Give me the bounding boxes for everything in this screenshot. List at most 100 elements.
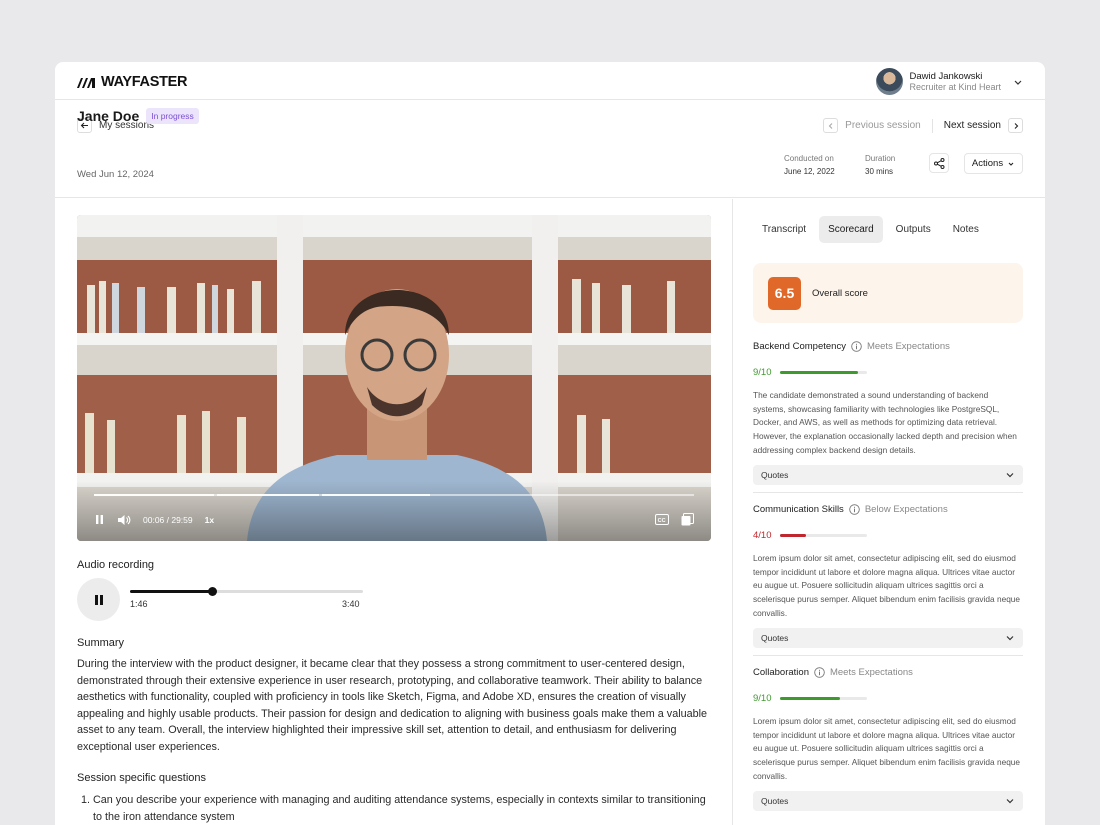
competency-score: 4/10 xyxy=(753,530,772,541)
competency-header: Collaboration Meets Expectations xyxy=(753,667,1023,678)
competency-score-bar xyxy=(779,697,867,700)
duration-value: 30 mins xyxy=(865,167,894,176)
playback-speed[interactable]: 1x xyxy=(205,515,214,525)
logo[interactable]: WAYFASTER xyxy=(77,74,188,90)
video-controls-row: 00:06 / 29:59 1x CC xyxy=(94,513,694,526)
chevron-left-icon[interactable] xyxy=(823,118,839,133)
conducted-label: Conducted on xyxy=(784,154,834,163)
video-player[interactable]: 00:06 / 29:59 1x CC xyxy=(77,215,711,541)
scrub-segment xyxy=(322,494,430,496)
video-scrubber[interactable] xyxy=(94,494,694,496)
next-session-button[interactable]: Next session xyxy=(944,120,1001,131)
info-icon[interactable] xyxy=(814,667,825,678)
competency-score-bar-fill xyxy=(779,697,841,700)
chevron-down-icon xyxy=(1008,162,1014,166)
competency-status: Meets Expectations xyxy=(866,341,950,352)
competency-feedback: Lorem ipsum dolor sit amet, consectetur … xyxy=(753,553,1021,618)
chevron-right-icon[interactable] xyxy=(1008,118,1023,133)
top-bar: WAYFASTER Dawid Jankowski Recruiter at K… xyxy=(55,62,1045,100)
duration: Duration 30 mins xyxy=(865,152,895,178)
candidate-name: Jane Doe xyxy=(77,108,140,124)
tab-outputs[interactable]: Outputs xyxy=(887,216,940,243)
competency-score-bar-fill xyxy=(779,371,858,374)
captions-icon[interactable]: CC xyxy=(655,514,669,525)
app-window: WAYFASTER Dawid Jankowski Recruiter at K… xyxy=(55,62,1045,825)
session-header: My sessions Previous session Next sessio… xyxy=(55,100,1045,198)
chevron-down-icon xyxy=(1006,798,1014,803)
competency-communication: Communication Skills Below Expectations … xyxy=(753,504,1023,656)
summary-heading: Summary xyxy=(77,637,125,649)
divider xyxy=(753,491,1023,493)
overall-score-value: 6.5 xyxy=(768,276,801,310)
overall-score-card: 6.5 Overall score xyxy=(753,263,1023,323)
audio-current-time: 1:46 xyxy=(130,599,148,609)
info-icon[interactable] xyxy=(851,341,862,352)
competency-status: Meets Expectations xyxy=(829,667,913,678)
competency-name: Collaboration xyxy=(753,667,809,678)
questions-heading: Session specific questions xyxy=(77,772,207,784)
audio-progress-bar[interactable] xyxy=(130,587,363,596)
share-button[interactable] xyxy=(929,153,949,173)
competency-score: 9/10 xyxy=(753,367,772,378)
brand-name: WAYFASTER xyxy=(101,74,188,90)
info-icon[interactable] xyxy=(849,504,860,515)
competency-name: Backend Competency xyxy=(753,341,846,352)
chevron-down-icon xyxy=(1006,472,1014,477)
avatar xyxy=(876,68,904,95)
panel-tabs: Transcript Scorecard Outputs Notes xyxy=(753,216,988,243)
chevron-down-icon xyxy=(1006,635,1014,640)
tab-notes[interactable]: Notes xyxy=(944,216,988,243)
user-name: Dawid Jankowski xyxy=(909,70,983,82)
question-item: Can you describe your experience with ma… xyxy=(93,792,717,825)
session-navigation: Previous session Next session xyxy=(823,118,1023,133)
quotes-label: Quotes xyxy=(761,795,789,806)
picture-in-picture-icon[interactable] xyxy=(681,513,694,526)
quotes-label: Quotes xyxy=(761,632,789,643)
competency-score-bar xyxy=(779,371,867,374)
wayfaster-logo-icon xyxy=(77,78,95,88)
competency-header: Communication Skills Below Expectations xyxy=(753,504,1023,515)
title-row: Jane Doe In progress xyxy=(77,108,199,124)
audio-total-time: 3:40 xyxy=(342,599,360,609)
video-time: 00:06 / 29:59 xyxy=(143,514,193,525)
competency-name: Communication Skills xyxy=(753,504,844,515)
user-role: Recruiter at Kind Heart xyxy=(909,81,1001,92)
competency-score-bar xyxy=(779,534,867,537)
summary-text: During the interview with the product de… xyxy=(77,658,708,753)
chevron-down-icon xyxy=(1014,80,1022,85)
audio-pause-button[interactable] xyxy=(77,578,120,621)
competency-score: 9/10 xyxy=(753,693,772,704)
quotes-label: Quotes xyxy=(761,469,789,480)
competency-feedback: The candidate demonstrated a sound under… xyxy=(753,390,1017,455)
previous-session-button[interactable]: Previous session xyxy=(845,120,921,131)
divider xyxy=(931,118,933,133)
competency-collaboration: Collaboration Meets Expectations 9/10 Lo… xyxy=(753,667,1023,811)
conducted-value: June 12, 2022 xyxy=(784,167,835,176)
session-date: Wed Jun 12, 2024 xyxy=(77,169,154,180)
quotes-dropdown[interactable]: Quotes xyxy=(753,790,1023,811)
quotes-dropdown[interactable]: Quotes xyxy=(753,464,1023,485)
audio-progress-fill xyxy=(130,590,213,593)
questions-list: Can you describe your experience with ma… xyxy=(77,792,717,825)
audio-progress-handle[interactable] xyxy=(207,587,217,596)
actions-button[interactable]: Actions xyxy=(964,153,1023,174)
competency-feedback: Lorem ipsum dolor sit amet, consectetur … xyxy=(753,716,1021,781)
user-menu[interactable]: Dawid Jankowski Recruiter at Kind Heart xyxy=(876,68,1023,95)
competency-score-bar-fill xyxy=(779,534,806,537)
svg-text:CC: CC xyxy=(658,518,666,524)
scrub-segment xyxy=(94,494,214,496)
actions-label: Actions xyxy=(971,158,1004,169)
pause-icon xyxy=(94,594,103,605)
share-icon xyxy=(933,157,944,169)
quotes-dropdown[interactable]: Quotes xyxy=(753,627,1023,648)
tab-scorecard[interactable]: Scorecard xyxy=(819,216,883,243)
status-badge: In progress xyxy=(146,108,199,124)
competency-score-row: 4/10 xyxy=(753,530,1023,541)
pause-icon[interactable] xyxy=(94,514,105,525)
volume-icon[interactable] xyxy=(117,514,131,526)
competency-score-row: 9/10 xyxy=(753,693,1023,704)
main-content: 00:06 / 29:59 1x CC Audio recording 1:46… xyxy=(55,199,732,825)
competency-header: Backend Competency Meets Expectations xyxy=(753,341,1023,352)
scorecard-panel: Transcript Scorecard Outputs Notes 6.5 O… xyxy=(733,199,1045,825)
tab-transcript[interactable]: Transcript xyxy=(753,216,815,243)
